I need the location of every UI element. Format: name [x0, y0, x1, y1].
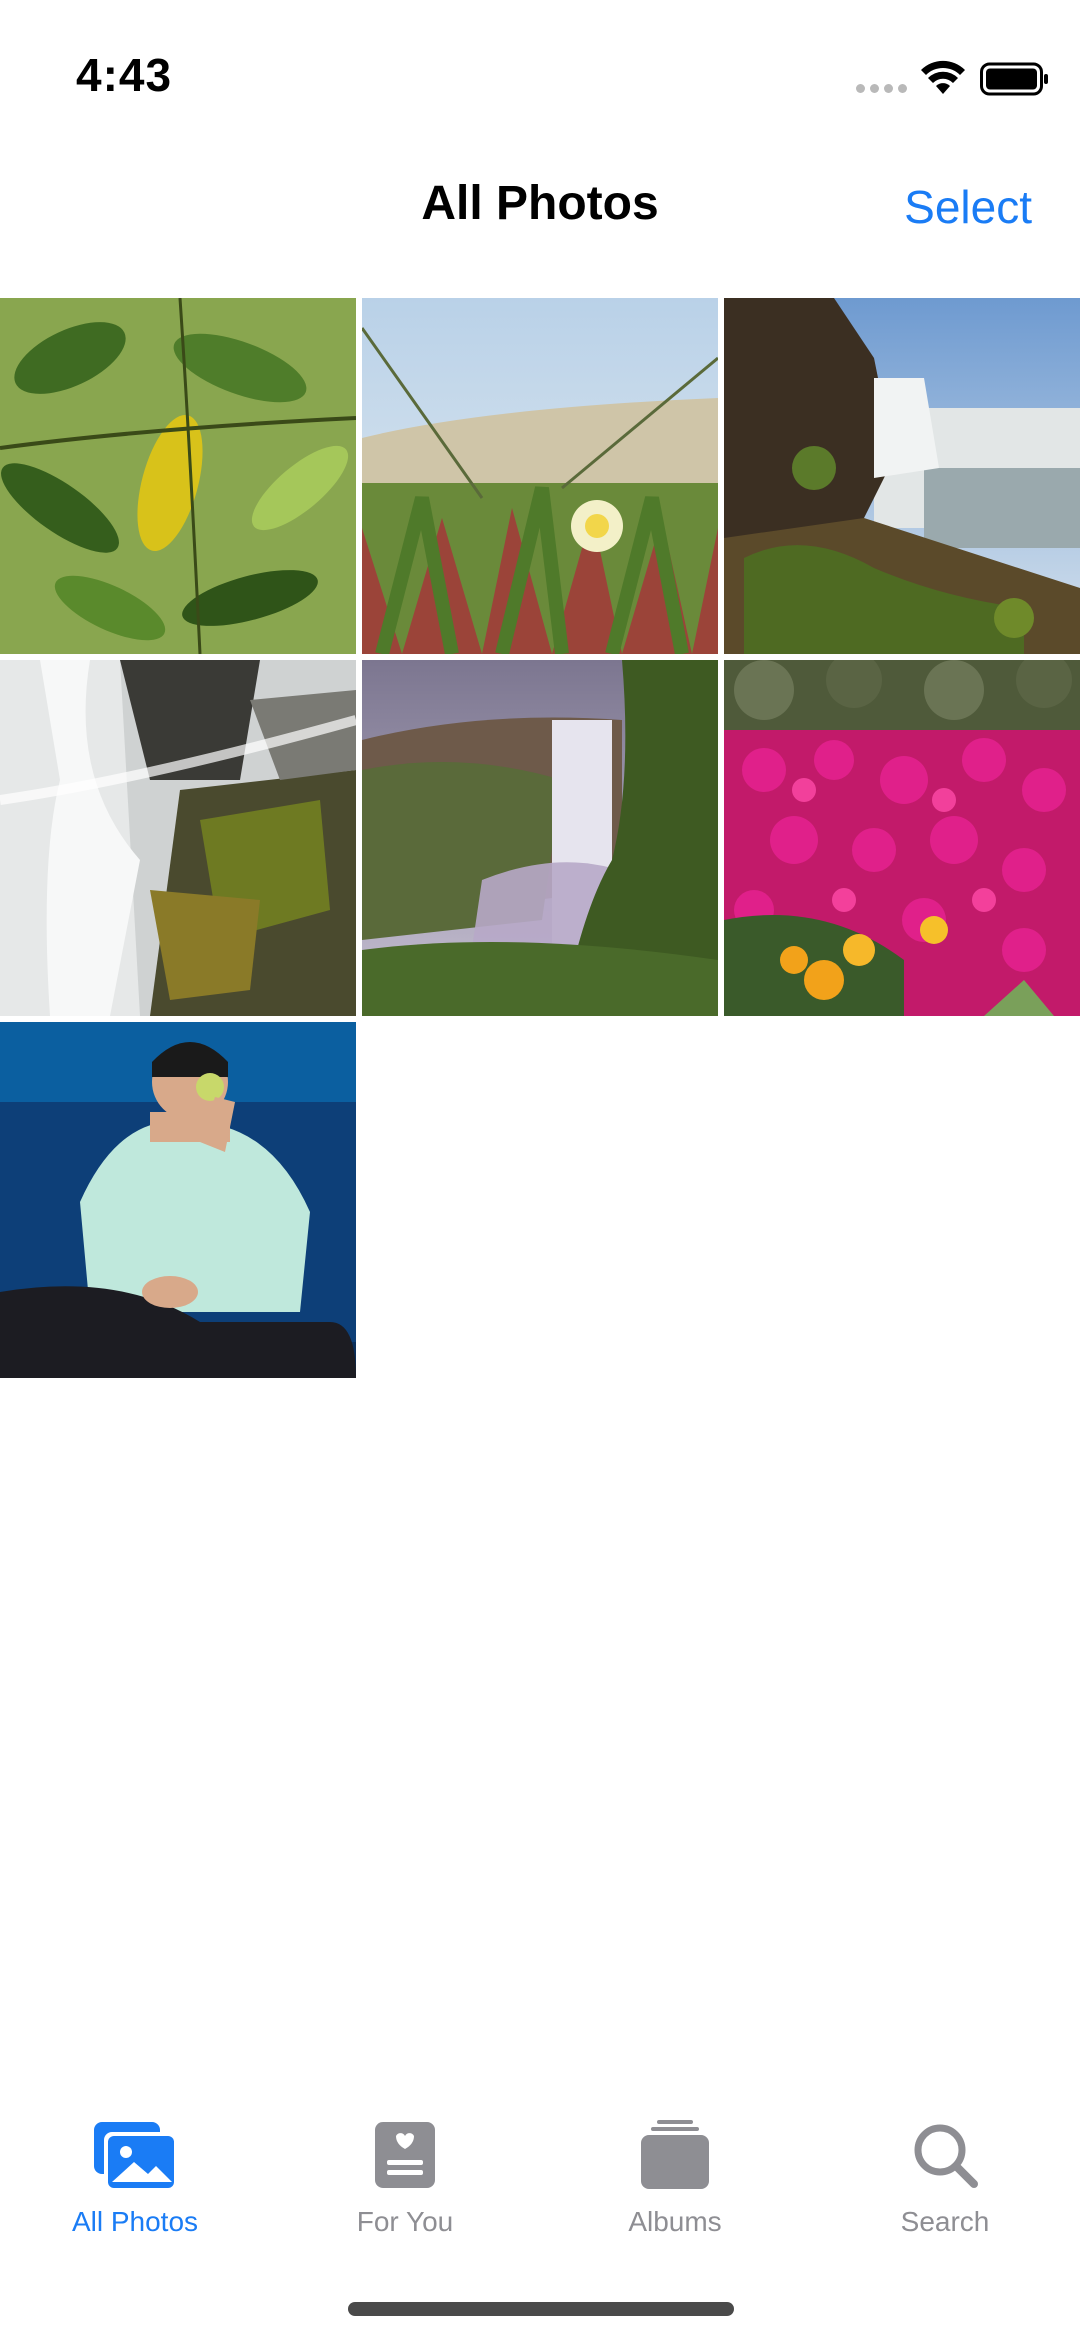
tab-bar: All Photos For You Albums Search	[0, 2092, 1080, 2340]
photo-thumbnail-white-flower[interactable]	[362, 298, 718, 654]
tab-for-you[interactable]: For You	[270, 2116, 540, 2256]
photo-green-leaves	[0, 298, 356, 654]
status-time: 4:43	[76, 49, 173, 101]
tab-search[interactable]: Search	[810, 2116, 1080, 2256]
photo-thumbnail-waterfall-rocks[interactable]	[0, 660, 356, 1016]
tab-albums[interactable]: Albums	[540, 2116, 810, 2256]
photo-thumbnail-pink-flowers[interactable]	[724, 660, 1080, 1016]
battery-icon	[980, 62, 1048, 96]
tab-label-search: Search	[900, 2206, 990, 2237]
tab-all-photos[interactable]: All Photos	[0, 2116, 270, 2256]
screen: 4:43 All Photos Select All Photos For Yo…	[0, 0, 1080, 2340]
photo-man-with-apple	[0, 1022, 356, 1378]
wifi-icon	[921, 60, 965, 94]
albums-icon	[641, 2120, 709, 2189]
photo-thumbnail-waterfall-cliff[interactable]	[724, 298, 1080, 654]
photo-waterfall-cliff	[724, 298, 1080, 654]
photo-waterfall-rocks	[0, 660, 356, 1016]
photo-pink-flowers	[724, 660, 1080, 1016]
search-icon	[914, 2124, 978, 2188]
photos-icon	[94, 2122, 178, 2192]
for-you-icon	[375, 2122, 435, 2188]
photo-thumbnail-man-with-apple[interactable]	[0, 1022, 356, 1378]
cellular-signal-icon	[856, 84, 908, 94]
photo-thumbnail-green-leaves[interactable]	[0, 298, 356, 654]
photo-white-flower	[362, 298, 718, 654]
status-bar: 4:43	[0, 0, 1080, 150]
select-button[interactable]: Select	[904, 180, 1032, 234]
tab-label-for-you: For You	[356, 2206, 454, 2237]
tab-label-albums: Albums	[628, 2206, 722, 2237]
photo-thumbnail-waterfall-canyon[interactable]	[362, 660, 718, 1016]
navigation-bar: All Photos Select	[0, 150, 1080, 296]
photo-waterfall-canyon	[362, 660, 718, 1016]
home-indicator[interactable]	[348, 2302, 734, 2316]
tab-label-all-photos: All Photos	[71, 2206, 199, 2237]
